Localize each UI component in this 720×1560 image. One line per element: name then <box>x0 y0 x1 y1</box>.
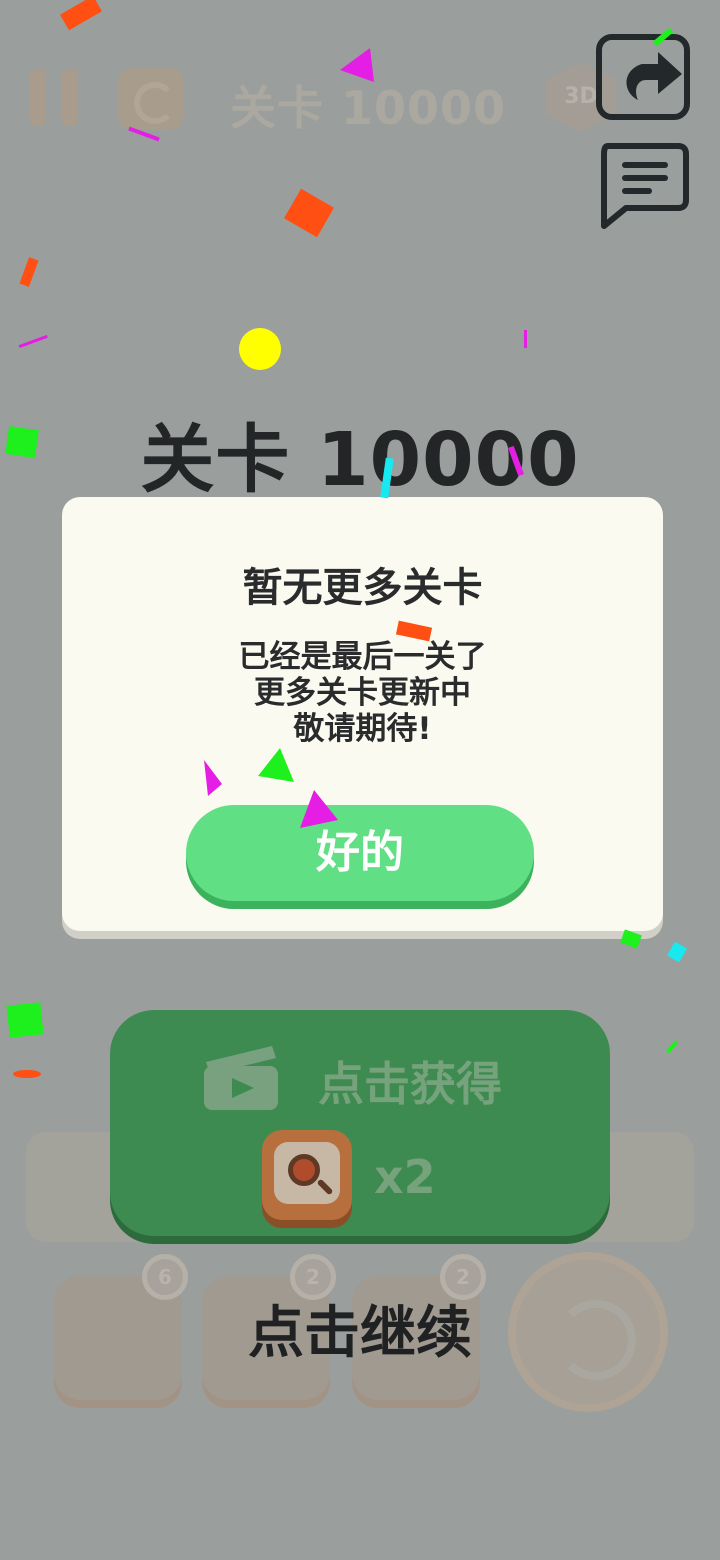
confetti-piece <box>395 620 433 642</box>
confetti-piece <box>300 790 338 828</box>
confetti-piece <box>204 760 222 796</box>
confetti-layer-front <box>204 620 433 828</box>
confetti-piece <box>258 748 294 782</box>
